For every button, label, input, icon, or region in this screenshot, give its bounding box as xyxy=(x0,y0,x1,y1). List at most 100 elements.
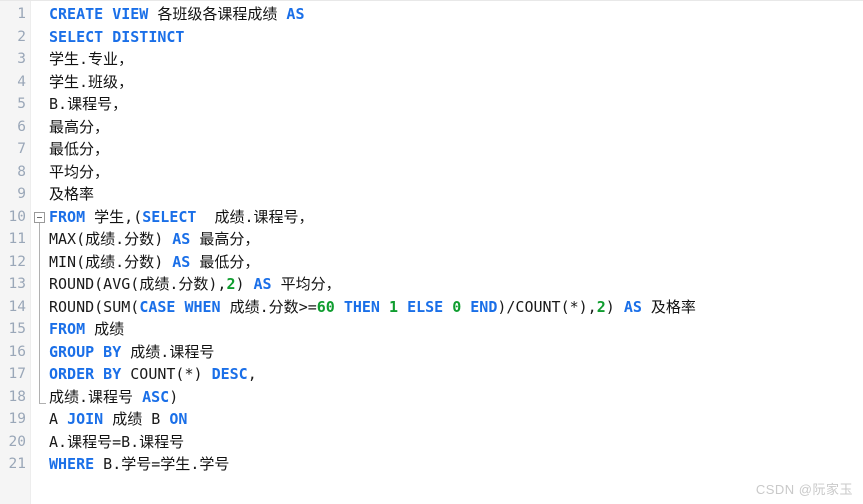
token-cn: 课程号 xyxy=(67,95,113,113)
code-line-text[interactable]: 最低分， xyxy=(49,138,109,161)
line-number: 16 xyxy=(8,343,26,360)
code-line[interactable]: 2 SELECT DISTINCT xyxy=(0,26,863,49)
line-number: 2 xyxy=(17,28,26,45)
token-txt: B. xyxy=(49,95,68,113)
code-line[interactable]: 6 最高分， xyxy=(0,116,863,139)
code-line[interactable]: 10 FROM 学生,(SELECT 成绩.课程号， xyxy=(0,206,863,229)
code-line-text[interactable]: SELECT DISTINCT xyxy=(49,26,184,49)
code-line-text[interactable]: 最高分， xyxy=(49,116,109,139)
code-line-text[interactable]: 及格率 xyxy=(49,183,94,206)
token-txt: ) xyxy=(154,252,173,271)
line-number: 4 xyxy=(17,73,26,90)
token-kw: ASC xyxy=(142,387,170,406)
token-txt: =B. xyxy=(112,432,140,451)
token-kw: CASE WHEN xyxy=(139,297,221,316)
token-num: 0 xyxy=(452,297,462,316)
code-line[interactable]: 3 学生.专业， xyxy=(0,48,863,71)
token-txt: ) xyxy=(169,387,179,406)
code-line[interactable]: 9 及格率 xyxy=(0,183,863,206)
code-line-text[interactable]: A JOIN 成绩 B ON xyxy=(49,408,187,431)
code-line[interactable]: 18 成绩.课程号 ASC) xyxy=(0,386,863,409)
token-cn: 课程号 xyxy=(253,207,299,226)
line-number: 19 xyxy=(8,411,26,427)
code-line-text[interactable]: A.课程号=B.课程号 xyxy=(49,431,184,454)
token-num: 2 xyxy=(596,297,606,316)
code-line[interactable]: 4 学生.班级， xyxy=(0,71,863,94)
token-cn: 学号 xyxy=(121,455,152,473)
code-line-text[interactable]: GROUP BY 成绩.课程号 xyxy=(49,341,214,364)
code-line-text[interactable]: ORDER BY COUNT(*) DESC, xyxy=(49,363,257,386)
line-number: 18 xyxy=(8,388,26,405)
token-txt: . xyxy=(244,207,254,226)
token-txt: MAX( xyxy=(49,230,86,248)
code-line-text[interactable]: WHERE B.学号=学生.学号 xyxy=(49,453,229,476)
token-cn: 成绩 xyxy=(130,342,161,361)
fold-guide-line xyxy=(39,222,40,403)
token-txt: . xyxy=(79,387,89,406)
code-line-text[interactable]: ROUND(SUM(CASE WHEN 成绩.分数>=60 THEN 1 ELS… xyxy=(49,296,696,319)
token-txt: , xyxy=(247,365,257,383)
line-number: 1 xyxy=(17,6,26,22)
token-kw: DESC xyxy=(211,365,248,383)
code-line[interactable]: 11 MAX(成绩.分数) AS 最高分， xyxy=(0,228,863,251)
token-txt: B. xyxy=(94,455,122,473)
code-line-text[interactable]: 学生.班级， xyxy=(49,71,133,94)
token-txt: ROUND(SUM( xyxy=(49,297,140,316)
code-line-text[interactable]: CREATE VIEW 各班级各课程成绩 AS xyxy=(49,3,304,26)
code-line-text[interactable]: MIN(成绩.分数) AS 最低分， xyxy=(49,251,259,274)
code-line[interactable]: 7 最低分， xyxy=(0,138,863,161)
token-cn: 各班级各课程成绩 xyxy=(157,5,278,23)
token-cn: 成绩 xyxy=(85,230,116,248)
code-line[interactable]: 19 A JOIN 成绩 B ON xyxy=(0,408,863,431)
code-line[interactable]: 13 ROUND(AVG(成绩.分数),2) AS 平均分， xyxy=(0,273,863,296)
code-line[interactable]: 17 ORDER BY COUNT(*) DESC, xyxy=(0,363,863,386)
fold-collapse-icon[interactable] xyxy=(34,211,45,223)
code-line-text[interactable]: 学生.专业， xyxy=(49,48,133,71)
token-txt: ， xyxy=(94,162,110,181)
line-number: 13 xyxy=(8,276,26,292)
token-kw: AS xyxy=(623,297,642,316)
code-line[interactable]: 8 平均分， xyxy=(0,161,863,184)
code-line-text[interactable]: MAX(成绩.分数) AS 最高分， xyxy=(49,228,259,251)
code-line-text[interactable]: B.课程号， xyxy=(49,93,127,116)
code-line-text[interactable]: ROUND(AVG(成绩.分数),2) AS 平均分， xyxy=(49,273,341,296)
token-cn: 分数 xyxy=(268,297,299,316)
code-line[interactable]: 21 WHERE B.学号=学生.学号 xyxy=(0,453,863,476)
code-line[interactable]: 1 CREATE VIEW 各班级各课程成绩 AS xyxy=(0,3,863,26)
code-line[interactable]: 16 GROUP BY 成绩.课程号 xyxy=(0,341,863,364)
line-number: 17 xyxy=(8,366,26,382)
token-txt: ) xyxy=(154,230,173,248)
token-txt: ， xyxy=(118,50,134,68)
code-line[interactable]: 15 FROM 成绩 xyxy=(0,318,863,341)
token-kw: END xyxy=(470,297,498,316)
code-line-text[interactable]: 平均分， xyxy=(49,161,109,184)
code-line[interactable]: 20 A.课程号=B.课程号 xyxy=(0,431,863,454)
token-kw: FROM xyxy=(49,320,86,338)
token-txt: ， xyxy=(94,117,110,136)
code-editor[interactable]: 1 CREATE VIEW 各班级各课程成绩 AS 2 SELECT DISTINCT… xyxy=(0,0,863,504)
code-line-text[interactable]: 成绩.课程号 ASC) xyxy=(49,386,178,409)
token-txt: ， xyxy=(94,140,110,158)
code-line-text[interactable]: FROM 成绩 xyxy=(49,318,124,341)
token-txt: B xyxy=(142,410,170,428)
code-line[interactable]: 12 MIN(成绩.分数) AS 最低分， xyxy=(0,251,863,274)
token-cn: 最低分 xyxy=(199,252,245,271)
code-line[interactable]: 14 ROUND(SUM(CASE WHEN 成绩.分数>=60 THEN 1 E… xyxy=(0,296,863,319)
token-kw: WHERE xyxy=(49,455,95,473)
token-kw: AS xyxy=(286,5,305,23)
code-line-text[interactable]: FROM 学生,(SELECT 成绩.课程号， xyxy=(49,206,314,229)
token-cn: 学生 xyxy=(49,50,80,68)
code-line[interactable]: 5 B.课程号， xyxy=(0,93,863,116)
